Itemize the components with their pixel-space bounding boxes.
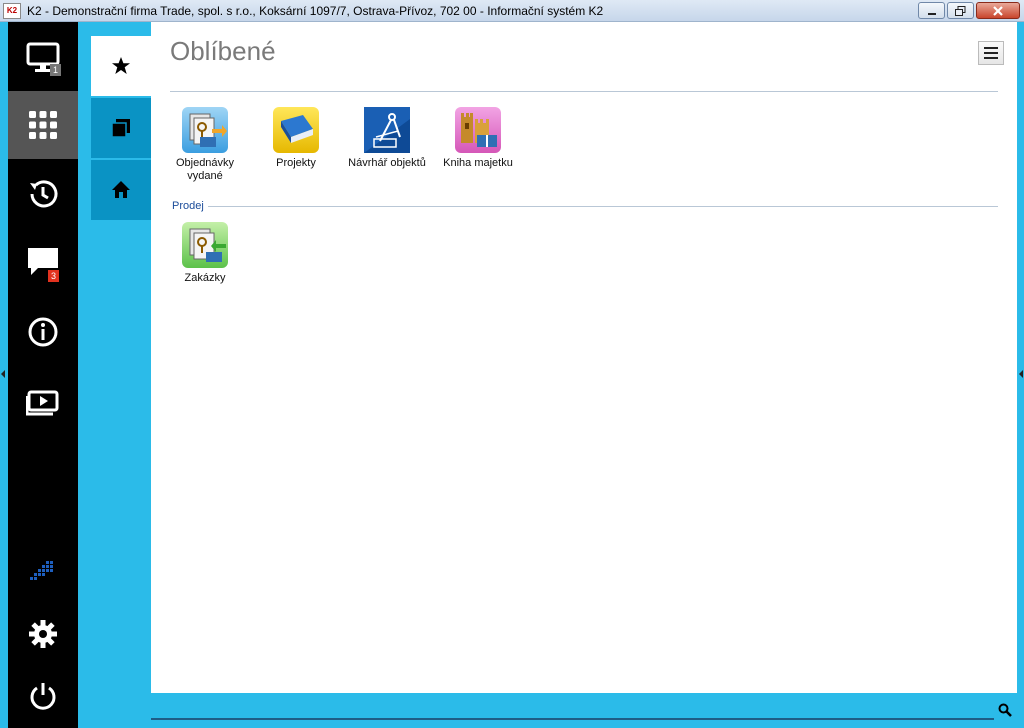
sales-orders-icon [182, 222, 228, 268]
close-button[interactable] [976, 2, 1020, 19]
messages-count-badge: 3 [48, 270, 60, 282]
asset-book-icon [455, 107, 501, 153]
section-tile-sales-orders[interactable]: Zakázky [159, 222, 251, 285]
section-divider [208, 206, 998, 207]
sidebar-k2-logo [8, 538, 78, 606]
favorite-tile-asset-book[interactable]: Kniha majetku [432, 107, 524, 170]
window-title: K2 - Demonstrační firma Trade, spol. s r… [27, 3, 604, 18]
favorite-label: Projekty [276, 157, 316, 169]
section-label-prodej: Prodej [172, 200, 208, 212]
copy-icon [111, 119, 130, 138]
favorite-label: Kniha majetku [443, 157, 513, 169]
sidebar-item-media[interactable] [8, 368, 78, 436]
hamburger-icon [984, 47, 998, 49]
favorite-label: Objednávky vydané [175, 157, 235, 182]
minimize-button[interactable] [918, 2, 945, 19]
left-panel-arrow-icon[interactable] [1, 370, 5, 378]
sidebar-item-logout[interactable] [8, 662, 78, 728]
command-line[interactable] [151, 718, 994, 720]
power-icon [30, 683, 56, 710]
tab-favorites[interactable] [91, 36, 151, 96]
title-divider [170, 91, 998, 92]
purchase-orders-icon [182, 107, 228, 153]
tab-windows[interactable] [91, 98, 151, 158]
favorite-tile-object-designer[interactable]: Návrhář objektů [341, 107, 433, 170]
k2-logo-icon [30, 561, 53, 580]
main-sidebar: 1 3 [8, 22, 78, 728]
tab-home[interactable] [91, 160, 151, 220]
grid-icon [29, 111, 57, 139]
star-icon [112, 57, 130, 74]
sidebar-item-apps[interactable] [8, 91, 78, 159]
sidebar-item-settings[interactable] [8, 600, 78, 668]
favorite-tile-purchase-orders[interactable]: Objednávky vydané [159, 107, 251, 183]
gear-icon [29, 620, 57, 648]
history-icon [30, 180, 58, 208]
right-panel-arrow-icon[interactable] [1019, 370, 1023, 378]
sidebar-item-messages[interactable]: 3 [8, 228, 78, 296]
favorite-tile-projects[interactable]: Projekty [250, 107, 342, 170]
section-item-label: Zakázky [184, 272, 226, 284]
sidebar-item-desktop[interactable]: 1 [8, 24, 78, 92]
search-button[interactable] [998, 703, 1012, 717]
search-icon [998, 703, 1012, 717]
tab-column [91, 36, 151, 222]
k2-app-icon[interactable]: K2 [3, 2, 21, 19]
object-designer-icon [364, 107, 410, 153]
favorite-label: Návrhář objektů [348, 157, 426, 169]
restore-button[interactable] [947, 2, 974, 19]
home-icon [112, 181, 130, 198]
sidebar-item-info[interactable] [8, 298, 78, 366]
page-title: Oblíbené [170, 36, 276, 66]
book-icon [273, 107, 319, 153]
main-panel: Oblíbené Objednávky vydané Projekty Návr… [151, 22, 1017, 693]
restore-icon [955, 5, 966, 16]
sidebar-item-history[interactable] [8, 160, 78, 228]
menu-button[interactable] [978, 41, 1004, 65]
minimize-icon [927, 12, 936, 15]
close-icon [993, 5, 1003, 16]
window-titlebar: K2 K2 - Demonstrační firma Trade, spol. … [0, 0, 1024, 22]
info-icon [28, 317, 58, 347]
media-icon [26, 390, 59, 416]
desktop-count-badge: 1 [50, 64, 62, 76]
